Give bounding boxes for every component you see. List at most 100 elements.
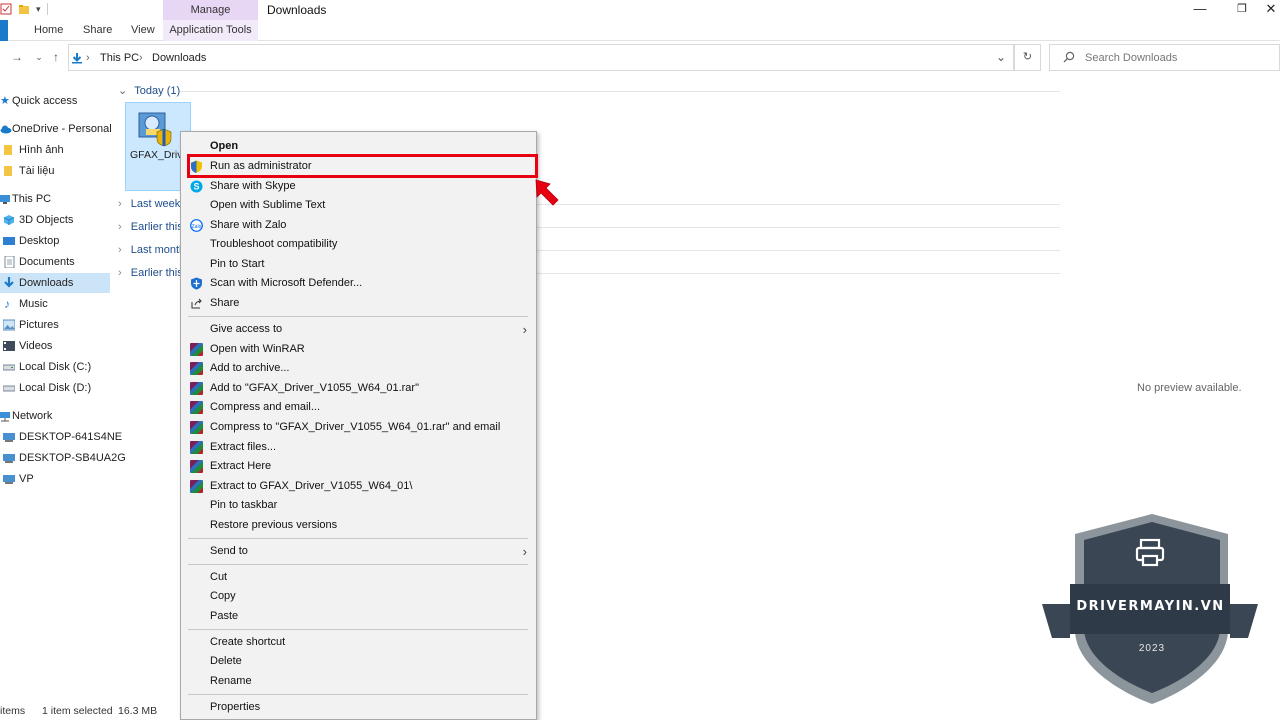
new-folder-icon[interactable] (18, 3, 30, 15)
forward-arrow-icon[interactable]: → (10, 50, 24, 64)
sidebar-item-label: Quick access (12, 95, 78, 107)
menu-item-label: Pin to taskbar (210, 499, 278, 511)
address-bar[interactable]: › This PC › Downloads ⌄ (68, 44, 1014, 71)
customize-qat-icon[interactable]: ▾ (36, 4, 41, 15)
menu-item-compress-email[interactable]: Compress and email... (181, 398, 536, 417)
tab-view[interactable]: View (131, 20, 155, 41)
sidebar-item-documents[interactable]: Documents (0, 252, 110, 272)
menu-item-share-zalo[interactable]: Zalo Share with Zalo (181, 216, 536, 235)
menu-item-extract-to-folder[interactable]: Extract to GFAX_Driver_V1055_W64_01\ (181, 477, 536, 496)
menu-item-copy[interactable]: Copy (181, 587, 536, 606)
menu-item-label: Paste (210, 610, 239, 622)
chevron-right-icon: › (522, 544, 527, 559)
sidebar-item-hinh-anh[interactable]: Hình ảnh (0, 140, 110, 160)
sidebar-item-pictures[interactable]: Pictures (0, 315, 110, 335)
sidebar-item-label: Pictures (19, 319, 59, 331)
group-header-earlier-this-week[interactable]: › Earlier this (118, 218, 183, 236)
tab-home[interactable]: Home (34, 20, 63, 41)
menu-item-restore-versions[interactable]: Restore previous versions (181, 516, 536, 535)
group-header-today[interactable]: ⌄ Today (1) (118, 82, 180, 100)
menu-item-extract-files[interactable]: Extract files... (181, 438, 536, 457)
videos-icon (3, 341, 15, 351)
sidebar-item-music[interactable]: ♪ Music (0, 294, 110, 314)
minimize-button[interactable]: — (1180, 0, 1220, 20)
menu-item-pin-to-start[interactable]: Pin to Start (181, 255, 536, 274)
close-button[interactable]: ✕ (1262, 0, 1280, 20)
menu-item-share[interactable]: Share (181, 294, 536, 313)
search-box[interactable]: Search Downloads (1049, 44, 1280, 71)
menu-item-scan-defender[interactable]: Scan with Microsoft Defender... (181, 274, 536, 293)
sidebar-item-network[interactable]: Network (0, 406, 110, 426)
tab-share[interactable]: Share (83, 20, 112, 41)
group-label: Last month (130, 244, 186, 256)
menu-item-give-access[interactable]: Give access to › (181, 320, 536, 339)
sidebar-item-videos[interactable]: Videos (0, 336, 110, 356)
breadcrumb-separator-icon[interactable]: › (86, 52, 90, 64)
sidebar-item-label: Downloads (19, 277, 74, 289)
sidebar-item-tai-lieu[interactable]: Tài liệu (0, 161, 110, 181)
menu-item-extract-here[interactable]: Extract Here (181, 457, 536, 476)
sidebar-item-desktop-641s4ne[interactable]: DESKTOP-641S4NE (0, 427, 122, 447)
menu-item-label: Compress and email... (210, 401, 321, 413)
menu-item-rename[interactable]: Rename (181, 672, 536, 691)
menu-item-share-skype[interactable]: S Share with Skype (181, 177, 536, 196)
menu-item-add-to-rar[interactable]: Add to "GFAX_Driver_V1055_W64_01.rar" (181, 379, 536, 398)
menu-item-add-to-archive[interactable]: Add to archive... (181, 359, 536, 378)
group-header-earlier-this-year[interactable]: › Earlier this (118, 264, 183, 282)
menu-item-open-winrar[interactable]: Open with WinRAR (181, 340, 536, 359)
sidebar-item-local-disk-d[interactable]: Local Disk (D:) (0, 378, 110, 398)
sidebar-item-3d-objects[interactable]: 3D Objects (0, 210, 110, 230)
watermark-year: 2023 (1138, 643, 1166, 654)
menu-item-paste[interactable]: Paste (181, 607, 536, 626)
menu-item-label: Share with Zalo (210, 219, 287, 231)
search-input[interactable]: Search Downloads (1085, 52, 1177, 64)
menu-item-delete[interactable]: Delete (181, 652, 536, 671)
sidebar-item-this-pc[interactable]: This PC (0, 189, 110, 209)
window-title: Downloads (267, 3, 327, 17)
menu-item-pin-to-taskbar[interactable]: Pin to taskbar (181, 496, 536, 515)
refresh-button[interactable]: ↻ (1014, 44, 1041, 71)
sidebar-item-desktop[interactable]: Desktop (0, 231, 110, 251)
menu-item-label: Scan with Microsoft Defender... (210, 277, 363, 289)
preview-pane-message: No preview available. (1137, 382, 1242, 394)
recent-locations-icon[interactable]: ⌄ (32, 52, 46, 63)
group-header-last-week[interactable]: › Last week ( (118, 195, 187, 213)
menu-item-send-to[interactable]: Send to › (181, 542, 536, 561)
menu-item-properties[interactable]: Properties (181, 698, 536, 717)
menu-item-label: Send to (210, 545, 248, 557)
properties-icon[interactable] (0, 3, 12, 15)
menu-item-label: Give access to (210, 323, 283, 335)
file-tab[interactable] (0, 20, 8, 41)
sidebar-item-desktop-sb4ua2g[interactable]: DESKTOP-SB4UA2G (0, 448, 126, 468)
menu-item-label: Cut (210, 571, 228, 583)
svg-text:Zalo: Zalo (192, 224, 202, 230)
menu-item-troubleshoot[interactable]: Troubleshoot compatibility (181, 235, 536, 254)
computer-icon (0, 195, 10, 204)
breadcrumb-downloads[interactable]: Downloads (152, 52, 206, 64)
manage-contextual-tab[interactable]: Manage (163, 0, 258, 20)
sidebar-item-quick-access[interactable]: ★ Quick access (0, 91, 110, 111)
menu-item-label: Open with WinRAR (210, 343, 305, 355)
menu-item-label: Share with Skype (210, 180, 296, 192)
sidebar-item-local-disk-c[interactable]: Local Disk (C:) (0, 357, 110, 377)
sidebar-item-downloads[interactable]: Downloads (0, 273, 110, 293)
sidebar-item-vp[interactable]: VP (0, 469, 110, 489)
menu-item-create-shortcut[interactable]: Create shortcut (181, 633, 536, 652)
address-dropdown-icon[interactable]: ⌄ (996, 50, 1006, 64)
menu-item-compress-to-rar-email[interactable]: Compress to "GFAX_Driver_V1055_W64_01.ra… (181, 418, 536, 437)
menu-item-label: Delete (210, 655, 242, 667)
zalo-icon: Zalo (190, 219, 203, 232)
menu-item-cut[interactable]: Cut (181, 568, 536, 587)
computer-icon (3, 475, 15, 484)
tab-application-tools[interactable]: Application Tools (163, 20, 258, 41)
computer-icon (3, 454, 15, 463)
group-header-last-month[interactable]: › Last month (118, 241, 185, 259)
maximize-button[interactable]: ❐ (1222, 0, 1262, 20)
up-arrow-icon[interactable]: ↑ (49, 50, 63, 64)
breadcrumb-separator-icon[interactable]: › (139, 52, 143, 64)
breadcrumb-this-pc[interactable]: This PC (100, 52, 139, 64)
winrar-icon (190, 460, 203, 473)
menu-separator (188, 564, 528, 565)
sidebar-item-onedrive[interactable]: OneDrive - Personal (0, 119, 112, 139)
menu-item-open-sublime[interactable]: Open with Sublime Text (181, 196, 536, 215)
